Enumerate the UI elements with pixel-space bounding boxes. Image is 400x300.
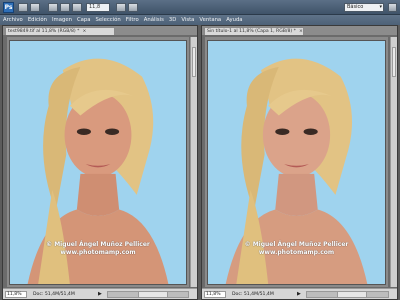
horizontal-scrollbar[interactable] [107,291,189,298]
application-bar: Ps 11,8 Básico [0,0,400,15]
menu-filtro[interactable]: Filtro [126,17,139,23]
portrait-photo: © Miguel Ángel Muñoz Pellicer www.photom… [9,40,187,285]
menu-capa[interactable]: Capa [77,17,91,23]
document-window-right: Sin título-1 al 11,8% (Capa 1, RGB/8) * ×… [201,25,398,300]
menu-edicion[interactable]: Edición [28,17,47,23]
scroll-thumb[interactable] [138,292,168,297]
horizontal-scrollbar[interactable] [306,291,389,298]
zoom-level-field[interactable]: 11,8 [86,3,110,12]
status-bar: 11,8% Doc: 51,4M/51,4M ▶ [202,288,397,299]
minibridge-button[interactable] [30,3,40,12]
photoshop-logo: Ps [3,2,14,13]
menu-archivo[interactable]: Archivo [3,17,23,23]
menu-bar: Archivo Edición Imagen Capa Selección Fi… [0,15,400,25]
document-window-left: test9849.tif al 11,8% (RGB/8) * × © Migue… [2,25,198,300]
menu-ventana[interactable]: Ventana [199,17,221,23]
menu-vista[interactable]: Vista [181,17,194,23]
watermark-url: www.photomamp.com [60,249,136,256]
vertical-scrollbar[interactable] [390,37,397,287]
document-size-info: Doc: 51,4M/51,4M [33,292,75,297]
document-tab-title: Sin título-1 al 11,8% (Capa 1, RGB/8) * [207,29,296,34]
menu-ayuda[interactable]: Ayuda [226,17,242,23]
watermark-copyright: © Miguel Ángel Muñoz Pellicer [244,241,349,248]
status-menu-arrow-icon[interactable]: ▶ [297,291,301,297]
portrait-photo: © Miguel Ángel Muñoz Pellicer www.photom… [207,40,386,285]
document-tab[interactable]: test9849.tif al 11,8% (RGB/8) * × [5,27,115,35]
arrange-documents-icon[interactable] [116,3,126,12]
close-tab-icon[interactable]: × [82,29,86,34]
scroll-thumb[interactable] [192,47,196,77]
vertical-scrollbar[interactable] [190,37,197,287]
expand-icon[interactable] [388,3,397,12]
watermark-copyright: © Miguel Ángel Muñoz Pellicer [46,241,150,248]
close-tab-icon[interactable]: × [299,29,303,34]
document-tab-title: test9849.tif al 11,8% (RGB/8) * [8,29,80,34]
menu-imagen[interactable]: Imagen [52,17,72,23]
scroll-thumb[interactable] [392,47,396,77]
document-canvas[interactable]: © Miguel Ángel Muñoz Pellicer www.photom… [7,37,189,287]
status-bar: 11,8% Doc: 51,4M/51,4M ▶ [3,288,197,299]
status-zoom-field[interactable]: 11,8% [5,291,27,298]
screen-mode-icon[interactable] [128,3,138,12]
workspace-dropdown[interactable]: Básico [344,3,384,12]
document-size-info: Doc: 51,4M/51,4M [232,292,274,297]
status-zoom-field[interactable]: 11,8% [204,291,226,298]
document-canvas[interactable]: © Miguel Ángel Muñoz Pellicer www.photom… [205,37,388,287]
status-menu-arrow-icon[interactable]: ▶ [98,291,102,297]
menu-analisis[interactable]: Análisis [144,17,164,23]
watermark-url: www.photomamp.com [258,249,335,256]
menu-seleccion[interactable]: Selección [96,17,121,23]
scroll-thumb[interactable] [337,292,367,297]
zoom-tool-icon[interactable] [60,3,70,12]
hand-tool-icon[interactable] [48,3,58,12]
document-tab[interactable]: Sin título-1 al 11,8% (Capa 1, RGB/8) * × [204,27,304,35]
bridge-button[interactable] [18,3,28,12]
menu-3d[interactable]: 3D [169,17,176,23]
rotate-view-icon[interactable] [72,3,82,12]
